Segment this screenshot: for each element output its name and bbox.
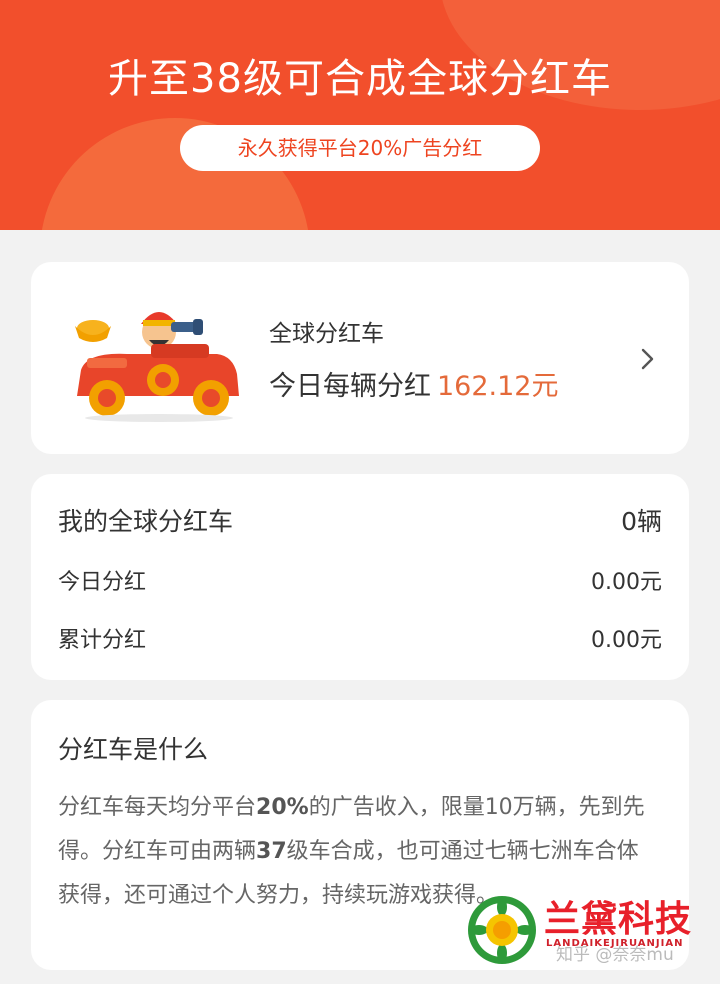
info-text-part: 分红车每天均分平台 — [58, 795, 257, 820]
info-text-emphasis: 37 — [256, 839, 287, 864]
banner-title: 升至38级可合成全球分红车 — [108, 56, 612, 102]
today-per-car: 今日每辆分红 162.12元 — [269, 364, 558, 403]
today-dividend-row: 今日分红 0.00元 — [58, 564, 662, 596]
car-card-title: 全球分红车 — [269, 321, 384, 347]
my-cars-title: 我的全球分红车 — [58, 507, 234, 536]
global-car-card[interactable]: 全球分红车 今日每辆分红 162.12元 — [31, 262, 689, 454]
info-text-emphasis: 20% — [256, 795, 309, 820]
total-dividend-row: 累计分红 0.00元 — [58, 622, 662, 654]
chevron-right-icon[interactable] — [637, 346, 657, 372]
info-title: 分红车是什么 — [58, 735, 209, 764]
logo-name: 兰黛科技 — [544, 899, 693, 940]
top-banner: 升至38级可合成全球分红车 永久获得平台20%广告分红 — [0, 0, 720, 230]
my-cars-row: 我的全球分红车 0辆 — [58, 502, 662, 538]
today-dividend-value: 0.00元 — [591, 570, 662, 595]
total-dividend-label: 累计分红 — [58, 628, 147, 653]
logo-icon — [468, 896, 536, 964]
today-per-car-label: 今日每辆分红 — [269, 371, 431, 402]
today-per-car-amount: 162.12元 — [437, 371, 559, 402]
today-dividend-label: 今日分红 — [58, 570, 147, 595]
brand-logo: 兰黛科技 LANDAIKEJIRUANJIAN — [466, 890, 720, 970]
logo-subtitle: LANDAIKEJIRUANJIAN — [546, 938, 684, 949]
my-cars-card: 我的全球分红车 0辆 今日分红 0.00元 累计分红 0.00元 — [31, 474, 689, 680]
car-illustration — [75, 312, 239, 422]
banner-pill: 永久获得平台20%广告分红 — [180, 125, 540, 171]
total-dividend-value: 0.00元 — [591, 628, 662, 653]
my-cars-count: 0辆 — [621, 507, 662, 536]
